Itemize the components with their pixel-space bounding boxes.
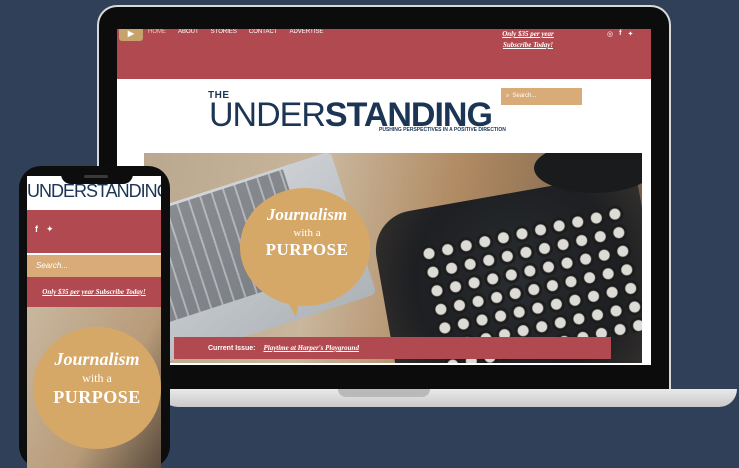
current-issue-label: Current Issue: <box>208 345 256 352</box>
nav-advertise[interactable]: ADVERTISE <box>289 29 323 36</box>
logo-under: UNDER <box>209 96 326 134</box>
nav-contact[interactable]: CONTACT <box>249 29 278 36</box>
site-logo-badge[interactable]: ▶ <box>119 29 143 41</box>
mobile-site: UNDERSTANDING f ✦ Search... Only $35 per… <box>27 176 161 468</box>
social-links: ◎ f ✦ <box>607 30 633 38</box>
promo-line-1: Only $35 per year <box>502 30 554 38</box>
facebook-icon[interactable]: f <box>619 30 621 38</box>
instagram-icon[interactable]: ◎ <box>607 30 613 38</box>
logo-tagline: PUSHING PERSPECTIVES IN A POSITIVE DIREC… <box>379 127 506 133</box>
nav-home[interactable]: HOME <box>148 29 166 36</box>
site-header-bar <box>117 29 651 79</box>
nav-stories[interactable]: STORIES <box>211 29 237 36</box>
subscribe-promo-link[interactable]: Only $35 per year Subscribe Today! <box>491 29 565 51</box>
mobile-slogan-purpose: PURPOSE <box>53 387 141 407</box>
mobile-hero-banner: Journalism with a PURPOSE <box>27 307 161 468</box>
mobile-site-logo[interactable]: UNDERSTANDING <box>27 181 161 201</box>
twitter-icon[interactable]: ✦ <box>627 30 633 38</box>
mobile-hero-slogan: Journalism with a PURPOSE <box>37 348 157 408</box>
speech-bubble-tail <box>282 289 306 319</box>
mobile-subscribe-promo-link[interactable]: Only $35 per year Subscribe Today! <box>27 277 161 307</box>
slogan-purpose: PURPOSE <box>265 240 349 259</box>
hero-banner: Journalism with a PURPOSE <box>144 153 642 363</box>
facebook-icon[interactable]: f <box>35 224 38 235</box>
promo-line-2: Subscribe Today! <box>502 41 554 49</box>
current-issue-link[interactable]: Playtime at Harper's Playground <box>263 344 358 352</box>
laptop-notch <box>338 389 430 397</box>
search-icon: ⌕ <box>506 93 510 99</box>
mobile-search-placeholder: Search... <box>36 261 69 270</box>
laptop-base <box>160 389 737 407</box>
desktop-site: ▶ HOME ABOUT STORIES CONTACT ADVERTISE O… <box>117 29 651 365</box>
slogan-journalism: Journalism <box>266 205 348 224</box>
slogan-with-a: with a <box>293 227 321 239</box>
mobile-slogan-journalism: Journalism <box>54 349 140 369</box>
phone-speaker <box>84 175 108 178</box>
hero-slogan: Journalism with a PURPOSE <box>252 204 362 260</box>
twitter-icon[interactable]: ✦ <box>46 224 54 235</box>
mobile-search-input[interactable]: Search... <box>27 255 161 277</box>
search-input[interactable]: ⌕ Search... <box>501 88 582 105</box>
main-nav: HOME ABOUT STORIES CONTACT ADVERTISE <box>148 29 323 36</box>
nav-about[interactable]: ABOUT <box>178 29 199 36</box>
mobile-social-links: f ✦ <box>35 224 54 235</box>
current-issue-bar: Current Issue: Playtime at Harper's Playg… <box>174 337 611 359</box>
search-placeholder: Search... <box>512 93 537 99</box>
mobile-slogan-with-a: with a <box>82 371 112 385</box>
